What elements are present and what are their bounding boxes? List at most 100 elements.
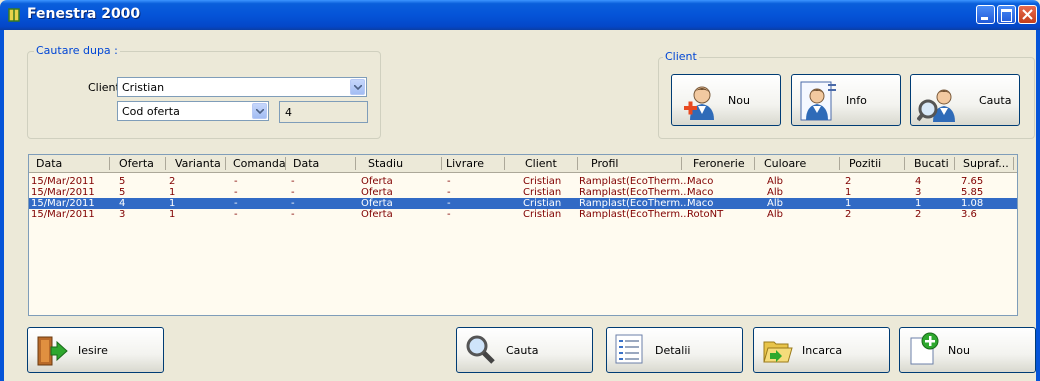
client-select[interactable]: Cristian	[117, 77, 367, 97]
table-row[interactable]: 15/Mar/2011 5 1 - - Oferta - Cristian Ramplast(E…	[29, 187, 1017, 198]
chevron-down-icon	[354, 85, 362, 90]
table-cell: -	[447, 198, 451, 209]
search-value-input[interactable]: 4	[279, 101, 368, 123]
client-select-dropdown[interactable]	[350, 79, 365, 95]
table-cell: -	[234, 187, 238, 198]
client-info-button[interactable]: Info	[791, 74, 901, 126]
exit-label: Iesire	[78, 344, 108, 357]
maximize-button[interactable]	[997, 5, 1016, 24]
col-header-comanda[interactable]: Comanda	[233, 157, 286, 171]
client-search-label: Cauta	[979, 94, 1012, 107]
search-button-label: Cauta	[506, 344, 539, 357]
open-folder-icon	[763, 341, 793, 363]
col-header-varianta[interactable]: Varianta	[175, 157, 221, 171]
col-divider	[904, 157, 905, 170]
table-cell: Oferta	[361, 198, 393, 209]
col-header-livrare[interactable]: Livrare	[446, 157, 484, 171]
table-cell: 1	[169, 198, 176, 209]
col-divider	[1013, 157, 1014, 170]
table-cell: 2	[915, 209, 922, 220]
client-label: Client	[88, 81, 120, 94]
table-cell: 5.85	[961, 187, 984, 198]
col-divider	[441, 157, 442, 170]
exit-button[interactable]: Iesire	[27, 327, 164, 373]
search-field-value: Cod oferta	[122, 105, 180, 118]
table-cell: Maco	[687, 176, 714, 187]
table-cell: 1.08	[961, 198, 984, 209]
close-icon	[1022, 9, 1033, 20]
table-cell: Maco	[687, 198, 714, 209]
app-icon	[8, 8, 20, 22]
search-field-select[interactable]: Cod oferta	[117, 101, 269, 121]
table-cell: Oferta	[361, 209, 393, 220]
table-cell: 5	[119, 187, 126, 198]
table-cell: 1	[845, 187, 852, 198]
table-cell: 1	[845, 198, 852, 209]
chevron-down-icon	[256, 109, 264, 114]
table-cell: Ramplast(EcoTherm...	[579, 209, 690, 220]
search-group-legend: Cautare dupa :	[34, 44, 120, 57]
table-header: Data Oferta Varianta Comanda Data Stadiu…	[29, 155, 1017, 173]
client-new-label: Nou	[728, 94, 750, 107]
col-header-pozitii[interactable]: Pozitii	[849, 157, 881, 171]
close-button[interactable]	[1018, 5, 1037, 24]
table-cell: -	[447, 176, 451, 187]
table-cell: RotoNT	[687, 209, 724, 220]
table-cell: -	[447, 209, 451, 220]
table-cell: Ramplast(EcoTherm...	[579, 198, 690, 209]
col-header-suprafata[interactable]: Supraf...	[963, 157, 1009, 171]
table-cell: 3	[119, 209, 126, 220]
col-header-bucati[interactable]: Bucati	[914, 157, 949, 171]
window-frame-left	[0, 30, 4, 381]
table-cell: Alb	[767, 209, 783, 220]
table-cell: 2	[845, 176, 852, 187]
client-new-button[interactable]: Nou	[671, 74, 781, 126]
col-divider	[504, 157, 505, 170]
search-button[interactable]: Cauta	[456, 327, 593, 373]
table-cell: 2	[845, 209, 852, 220]
table-cell: 4	[915, 176, 922, 187]
client-group-legend: Client	[663, 50, 699, 63]
col-header-profil[interactable]: Profil	[591, 157, 618, 171]
details-list-icon	[615, 334, 643, 364]
table-row[interactable]: 15/Mar/2011 4 1 - - Oferta - Cristian Ramplast(E…	[29, 198, 1017, 209]
table-cell: 5	[119, 176, 126, 187]
col-header-data[interactable]: Data	[36, 157, 62, 171]
title-bar[interactable]: Fenestra 2000	[0, 0, 1040, 30]
table-cell: -	[291, 198, 295, 209]
details-button[interactable]: Detalii	[606, 327, 743, 373]
col-header-oferta[interactable]: Oferta	[119, 157, 154, 171]
table-cell: -	[234, 176, 238, 187]
col-header-client[interactable]: Client	[525, 157, 557, 171]
table-cell: Oferta	[361, 176, 393, 187]
client-select-value: Cristian	[122, 81, 165, 94]
window-frame-right	[1036, 30, 1040, 381]
table-cell: 15/Mar/2011	[31, 176, 95, 187]
table-cell: Cristian	[523, 176, 562, 187]
table-cell: 15/Mar/2011	[31, 187, 95, 198]
maximize-icon	[1001, 9, 1012, 22]
table-cell: -	[291, 209, 295, 220]
minimize-button[interactable]	[976, 5, 995, 24]
offers-table[interactable]: Data Oferta Varianta Comanda Data Stadiu…	[28, 154, 1018, 316]
new-button[interactable]: Nou	[899, 327, 1036, 373]
search-field-dropdown[interactable]	[252, 103, 267, 119]
user-info-icon	[800, 81, 836, 121]
col-header-culoare[interactable]: Culoare	[764, 157, 806, 171]
table-cell: Alb	[767, 176, 783, 187]
table-row[interactable]: 15/Mar/2011 3 1 - - Oferta - Cristian Ramplast(E…	[29, 209, 1017, 220]
col-header-data-2[interactable]: Data	[293, 157, 319, 171]
window-title: Fenestra 2000	[27, 6, 141, 22]
client-search-button[interactable]: Cauta	[910, 74, 1020, 126]
details-button-label: Detalii	[655, 344, 691, 357]
exit-door-icon	[37, 336, 68, 366]
col-divider	[355, 157, 356, 170]
table-row[interactable]: 15/Mar/2011 5 2 - - Oferta - Cristian Ramplast(E…	[29, 176, 1017, 187]
table-cell: 1	[169, 209, 176, 220]
col-header-stadiu[interactable]: Stadiu	[368, 157, 403, 171]
table-cell: -	[234, 198, 238, 209]
load-button[interactable]: Incarca	[753, 327, 890, 373]
col-header-feronerie[interactable]: Feronerie	[693, 157, 745, 171]
col-divider	[577, 157, 578, 170]
new-document-icon	[910, 332, 939, 365]
